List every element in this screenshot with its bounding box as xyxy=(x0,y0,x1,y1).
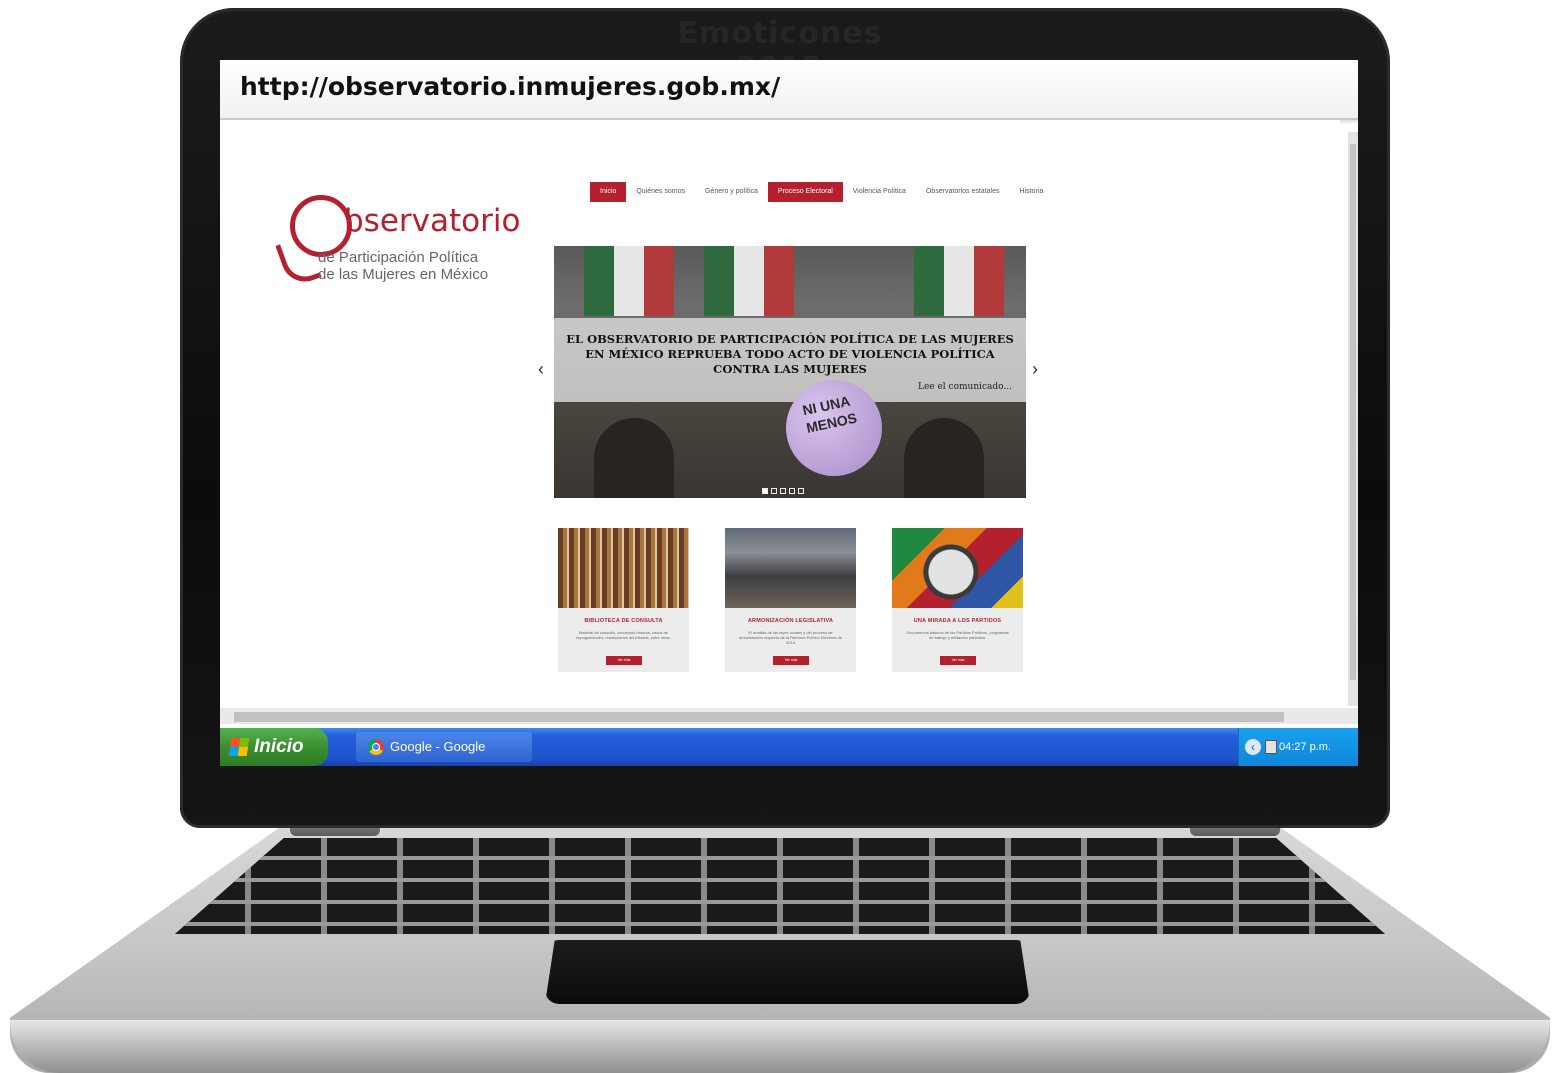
horizontal-scrollbar[interactable] xyxy=(220,708,1358,724)
card-biblioteca[interactable]: BIBLIOTECA DE CONSULTA Material de consu… xyxy=(558,528,689,672)
logo-subtitle-line2: de las Mujeres en México xyxy=(318,266,489,283)
nav-item-quienes-somos[interactable]: Quiénes somos xyxy=(626,182,695,202)
nav-item-genero-politica[interactable]: Género y política xyxy=(695,182,768,202)
taskbar: Inicio Google - Google Chrome ‹ 04:27 p.… xyxy=(220,728,1358,766)
card-description: Documentos básicos de los Partidos Polít… xyxy=(906,630,1009,640)
site-logo[interactable]: bservatorio de Participación Política de… xyxy=(275,195,521,295)
system-tray: ‹ 04:27 p.m. xyxy=(1238,728,1358,766)
card-image-parties xyxy=(892,528,1023,608)
flag-image xyxy=(584,246,674,316)
laptop-keyboard-rows xyxy=(175,838,1385,934)
feature-cards: BIBLIOTECA DE CONSULTA Material de consu… xyxy=(558,528,1023,672)
start-button[interactable]: Inicio xyxy=(220,728,328,766)
address-bar[interactable]: http://observatorio.inmujeres.gob.mx/ xyxy=(220,60,1358,120)
card-title: BIBLIOTECA DE CONSULTA xyxy=(584,618,663,624)
card-description: Material de consulta, conceptos básicos,… xyxy=(576,630,671,640)
main-nav: Inicio Quiénes somos Género y política P… xyxy=(590,182,1053,202)
network-icon[interactable] xyxy=(1265,740,1277,754)
card-more-button[interactable]: Ver más xyxy=(606,656,642,665)
nav-item-historia[interactable]: Historia xyxy=(1010,182,1054,202)
logo-wordmark: bservatorio xyxy=(344,203,521,239)
taskbar-item-label: Google - Google Chrome xyxy=(390,739,486,754)
flag-image xyxy=(914,246,1004,316)
card-more-button[interactable]: Ver más xyxy=(940,656,976,665)
web-page: bservatorio de Participación Política de… xyxy=(220,120,1340,720)
nav-item-violencia-politica[interactable]: Violencia Política xyxy=(843,182,916,202)
building-arch xyxy=(904,418,984,498)
building-arch xyxy=(594,418,674,498)
card-more-button[interactable]: Ver más xyxy=(773,656,809,665)
tray-expand-icon[interactable]: ‹ xyxy=(1245,739,1261,755)
chrome-icon xyxy=(368,739,384,755)
laptop-screen: http://observatorio.inmujeres.gob.mx/ bs… xyxy=(220,60,1358,766)
card-description: El análisis de las leyes locales y del p… xyxy=(739,630,842,645)
tray-clock[interactable]: 04:27 p.m. xyxy=(1279,741,1331,753)
windows-logo-icon xyxy=(228,738,250,756)
card-image-congress xyxy=(725,528,856,608)
vertical-scrollbar-thumb[interactable] xyxy=(1350,144,1356,680)
slider-dot[interactable] xyxy=(789,488,795,494)
laptop-touchpad xyxy=(545,940,1030,1004)
card-image-books xyxy=(558,528,689,608)
start-button-label: Inicio xyxy=(254,736,304,757)
vertical-scrollbar[interactable] xyxy=(1348,132,1358,706)
slider-dot[interactable] xyxy=(762,488,768,494)
card-partidos[interactable]: UNA MIRADA A LOS PARTIDOS Documentos bás… xyxy=(892,528,1023,672)
laptop-base-edge xyxy=(10,1020,1550,1073)
card-armonizacion[interactable]: ARMONIZACIÓN LEGISLATIVA El análisis de … xyxy=(725,528,856,672)
slider-pagination xyxy=(762,488,804,494)
address-bar-url[interactable]: http://observatorio.inmujeres.gob.mx/ xyxy=(240,72,780,101)
slider-headline: EL OBSERVATORIO DE PARTICIPACIÓN POLÍTIC… xyxy=(566,332,1014,376)
slider-dot[interactable] xyxy=(771,488,777,494)
card-title: UNA MIRADA A LOS PARTIDOS xyxy=(913,618,1002,624)
hero-slider[interactable]: NI UNA MENOS EL OBSERVATORIO DE PARTICIP… xyxy=(554,246,1026,498)
nav-item-observatorios-estatales[interactable]: Observatorios estatales xyxy=(916,182,1010,202)
slider-read-more-link[interactable]: Lee el comunicado... xyxy=(918,382,1012,392)
nav-item-proceso-electoral[interactable]: Proceso Electoral xyxy=(767,182,843,202)
slider-dot[interactable] xyxy=(798,488,804,494)
taskbar-item-chrome[interactable]: Google - Google Chrome xyxy=(356,732,532,762)
card-title: ARMONIZACIÓN LEGISLATIVA xyxy=(747,618,834,624)
flag-image xyxy=(704,246,794,316)
logo-subtitle-line1: de Participación Política xyxy=(318,249,479,266)
horizontal-scrollbar-thumb[interactable] xyxy=(234,712,1284,722)
slider-next-icon[interactable]: › xyxy=(1032,360,1038,378)
slider-dot[interactable] xyxy=(780,488,786,494)
slider-prev-icon[interactable]: ‹ xyxy=(538,360,544,378)
nav-item-inicio[interactable]: Inicio xyxy=(590,182,627,202)
